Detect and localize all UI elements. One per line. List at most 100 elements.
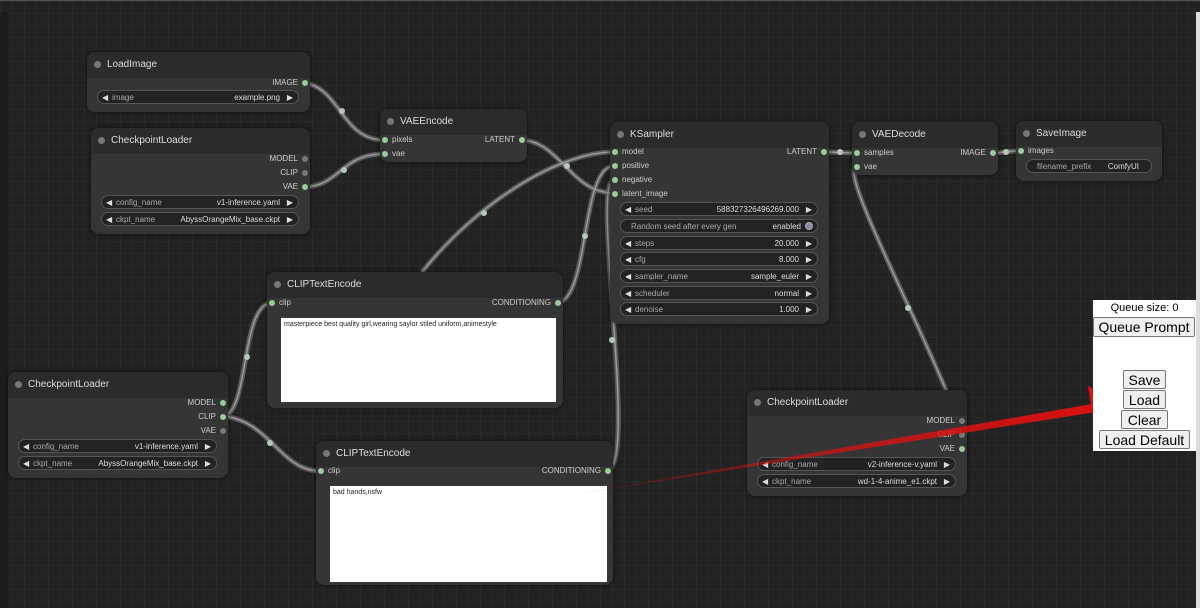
image-combo[interactable]: ◀ image example.png ▶ bbox=[97, 90, 299, 104]
port-icon[interactable] bbox=[269, 300, 275, 306]
node-save-image[interactable]: SaveImage images filename_prefix ComfyUI bbox=[1016, 121, 1162, 181]
port-icon[interactable] bbox=[382, 137, 388, 143]
port-icon[interactable] bbox=[605, 468, 611, 474]
input-samples[interactable]: samples bbox=[852, 147, 894, 159]
collapse-dot-icon[interactable] bbox=[754, 399, 761, 406]
port-icon[interactable] bbox=[382, 151, 388, 157]
port-icon[interactable] bbox=[220, 428, 226, 434]
arrow-left-icon[interactable]: ◀ bbox=[23, 440, 29, 454]
node-clip-text-encode-negative[interactable]: CLIPTextEncode clip CONDITIONING bad han… bbox=[316, 441, 613, 585]
arrow-left-icon[interactable]: ◀ bbox=[625, 237, 631, 251]
arrow-right-icon[interactable]: ▶ bbox=[287, 91, 293, 105]
port-icon[interactable] bbox=[302, 80, 308, 86]
node-title[interactable]: CLIPTextEncode bbox=[316, 441, 613, 467]
node-title[interactable]: VAEEncode bbox=[380, 109, 527, 135]
cfg-number[interactable]: ◀ cfg 8.000 ▶ bbox=[620, 252, 818, 266]
input-negative[interactable]: negative bbox=[610, 174, 652, 186]
ckpt-name-combo[interactable]: ◀ ckpt_name wd-1-4-anime_e1.ckpt ▶ bbox=[757, 474, 956, 488]
arrow-left-icon[interactable]: ◀ bbox=[625, 253, 631, 267]
input-clip[interactable]: clip bbox=[316, 465, 340, 477]
port-icon[interactable] bbox=[854, 150, 860, 156]
collapse-dot-icon[interactable] bbox=[387, 118, 394, 125]
load-default-button[interactable]: Load Default bbox=[1099, 430, 1190, 449]
port-icon[interactable] bbox=[854, 164, 860, 170]
port-icon[interactable] bbox=[302, 170, 308, 176]
sampler-name-combo[interactable]: ◀ sampler_name sample_euler ▶ bbox=[620, 269, 818, 283]
arrow-left-icon[interactable]: ◀ bbox=[106, 213, 112, 227]
collapse-dot-icon[interactable] bbox=[859, 131, 866, 138]
input-positive[interactable]: positive bbox=[610, 160, 649, 172]
output-model[interactable]: MODEL bbox=[270, 153, 310, 165]
port-icon[interactable] bbox=[1018, 148, 1024, 154]
output-image[interactable]: IMAGE bbox=[272, 77, 310, 89]
queue-prompt-button[interactable]: Queue Prompt bbox=[1093, 317, 1195, 337]
arrow-right-icon[interactable]: ▶ bbox=[806, 270, 812, 284]
output-conditioning[interactable]: CONDITIONING bbox=[542, 465, 613, 477]
collapse-dot-icon[interactable] bbox=[98, 137, 105, 144]
node-title[interactable]: CheckpointLoader bbox=[8, 372, 228, 398]
node-checkpoint-loader-1[interactable]: CheckpointLoader MODEL CLIP VAE ◀ config… bbox=[91, 128, 310, 234]
arrow-left-icon[interactable]: ◀ bbox=[762, 475, 768, 489]
output-image[interactable]: IMAGE bbox=[960, 147, 998, 159]
arrow-left-icon[interactable]: ◀ bbox=[625, 287, 631, 301]
node-title[interactable]: SaveImage bbox=[1016, 121, 1162, 147]
collapse-dot-icon[interactable] bbox=[617, 131, 624, 138]
output-vae[interactable]: VAE bbox=[283, 181, 310, 193]
node-ksampler[interactable]: KSampler model positive negative latent_… bbox=[610, 122, 829, 324]
arrow-left-icon[interactable]: ◀ bbox=[102, 91, 108, 105]
config-name-combo[interactable]: ◀ config_name v1-inference.yaml ▶ bbox=[18, 439, 217, 453]
port-icon[interactable] bbox=[220, 414, 226, 420]
steps-number[interactable]: ◀ steps 20.000 ▶ bbox=[620, 236, 818, 250]
port-icon[interactable] bbox=[555, 300, 561, 306]
prompt-textarea[interactable]: bad hands,nsfw bbox=[330, 486, 607, 582]
arrow-right-icon[interactable]: ▶ bbox=[806, 237, 812, 251]
input-vae[interactable]: vae bbox=[380, 148, 405, 160]
output-vae[interactable]: VAE bbox=[940, 443, 967, 455]
random-seed-toggle[interactable]: Random seed after every gen enabled bbox=[620, 219, 818, 233]
arrow-right-icon[interactable]: ▶ bbox=[205, 440, 211, 454]
port-icon[interactable] bbox=[821, 149, 827, 155]
arrow-left-icon[interactable]: ◀ bbox=[625, 303, 631, 317]
input-model[interactable]: model bbox=[610, 146, 644, 158]
port-icon[interactable] bbox=[612, 163, 618, 169]
seed-number[interactable]: ◀ seed 588327326496269.000 ▶ bbox=[620, 202, 818, 216]
config-name-combo[interactable]: ◀ config_name v2-inference-v.yaml ▶ bbox=[757, 457, 956, 471]
port-icon[interactable] bbox=[612, 177, 618, 183]
node-title[interactable]: CheckpointLoader bbox=[91, 128, 310, 154]
port-icon[interactable] bbox=[318, 468, 324, 474]
node-vae-encode[interactable]: VAEEncode pixels vae LATENT bbox=[380, 109, 527, 162]
arrow-right-icon[interactable]: ▶ bbox=[944, 475, 950, 489]
arrow-right-icon[interactable]: ▶ bbox=[806, 287, 812, 301]
output-conditioning[interactable]: CONDITIONING bbox=[492, 297, 563, 309]
output-clip[interactable]: CLIP bbox=[937, 429, 967, 441]
arrow-right-icon[interactable]: ▶ bbox=[205, 457, 211, 471]
arrow-right-icon[interactable]: ▶ bbox=[944, 458, 950, 472]
arrow-right-icon[interactable]: ▶ bbox=[806, 253, 812, 267]
load-button[interactable]: Load bbox=[1123, 390, 1166, 409]
input-vae[interactable]: vae bbox=[852, 161, 877, 173]
ckpt-name-combo[interactable]: ◀ ckpt_name AbyssOrangeMix_base.ckpt ▶ bbox=[101, 212, 299, 226]
arrow-right-icon[interactable]: ▶ bbox=[806, 203, 812, 217]
node-clip-text-encode-positive[interactable]: CLIPTextEncode clip CONDITIONING masterp… bbox=[267, 272, 563, 408]
node-vae-decode[interactable]: VAEDecode samples vae IMAGE bbox=[852, 122, 998, 175]
denoise-number[interactable]: ◀ denoise 1.000 ▶ bbox=[620, 302, 818, 316]
input-images[interactable]: images bbox=[1016, 145, 1054, 157]
port-icon[interactable] bbox=[302, 156, 308, 162]
collapse-dot-icon[interactable] bbox=[94, 61, 101, 68]
arrow-right-icon[interactable]: ▶ bbox=[806, 303, 812, 317]
port-icon[interactable] bbox=[959, 418, 965, 424]
port-icon[interactable] bbox=[612, 149, 618, 155]
port-icon[interactable] bbox=[519, 137, 525, 143]
save-button[interactable]: Save bbox=[1123, 370, 1166, 389]
node-title[interactable]: VAEDecode bbox=[852, 122, 998, 148]
node-title[interactable]: LoadImage bbox=[87, 52, 310, 78]
output-latent[interactable]: LATENT bbox=[787, 146, 829, 158]
arrow-left-icon[interactable]: ◀ bbox=[625, 203, 631, 217]
output-clip[interactable]: CLIP bbox=[198, 411, 228, 423]
config-name-combo[interactable]: ◀ config_name v1-inference.yaml ▶ bbox=[101, 195, 299, 209]
collapse-dot-icon[interactable] bbox=[274, 281, 281, 288]
collapse-dot-icon[interactable] bbox=[15, 381, 22, 388]
output-clip[interactable]: CLIP bbox=[280, 167, 310, 179]
ckpt-name-combo[interactable]: ◀ ckpt_name AbyssOrangeMix_base.ckpt ▶ bbox=[18, 456, 217, 470]
node-checkpoint-loader-3[interactable]: CheckpointLoader MODEL CLIP VAE ◀ config… bbox=[747, 390, 967, 496]
